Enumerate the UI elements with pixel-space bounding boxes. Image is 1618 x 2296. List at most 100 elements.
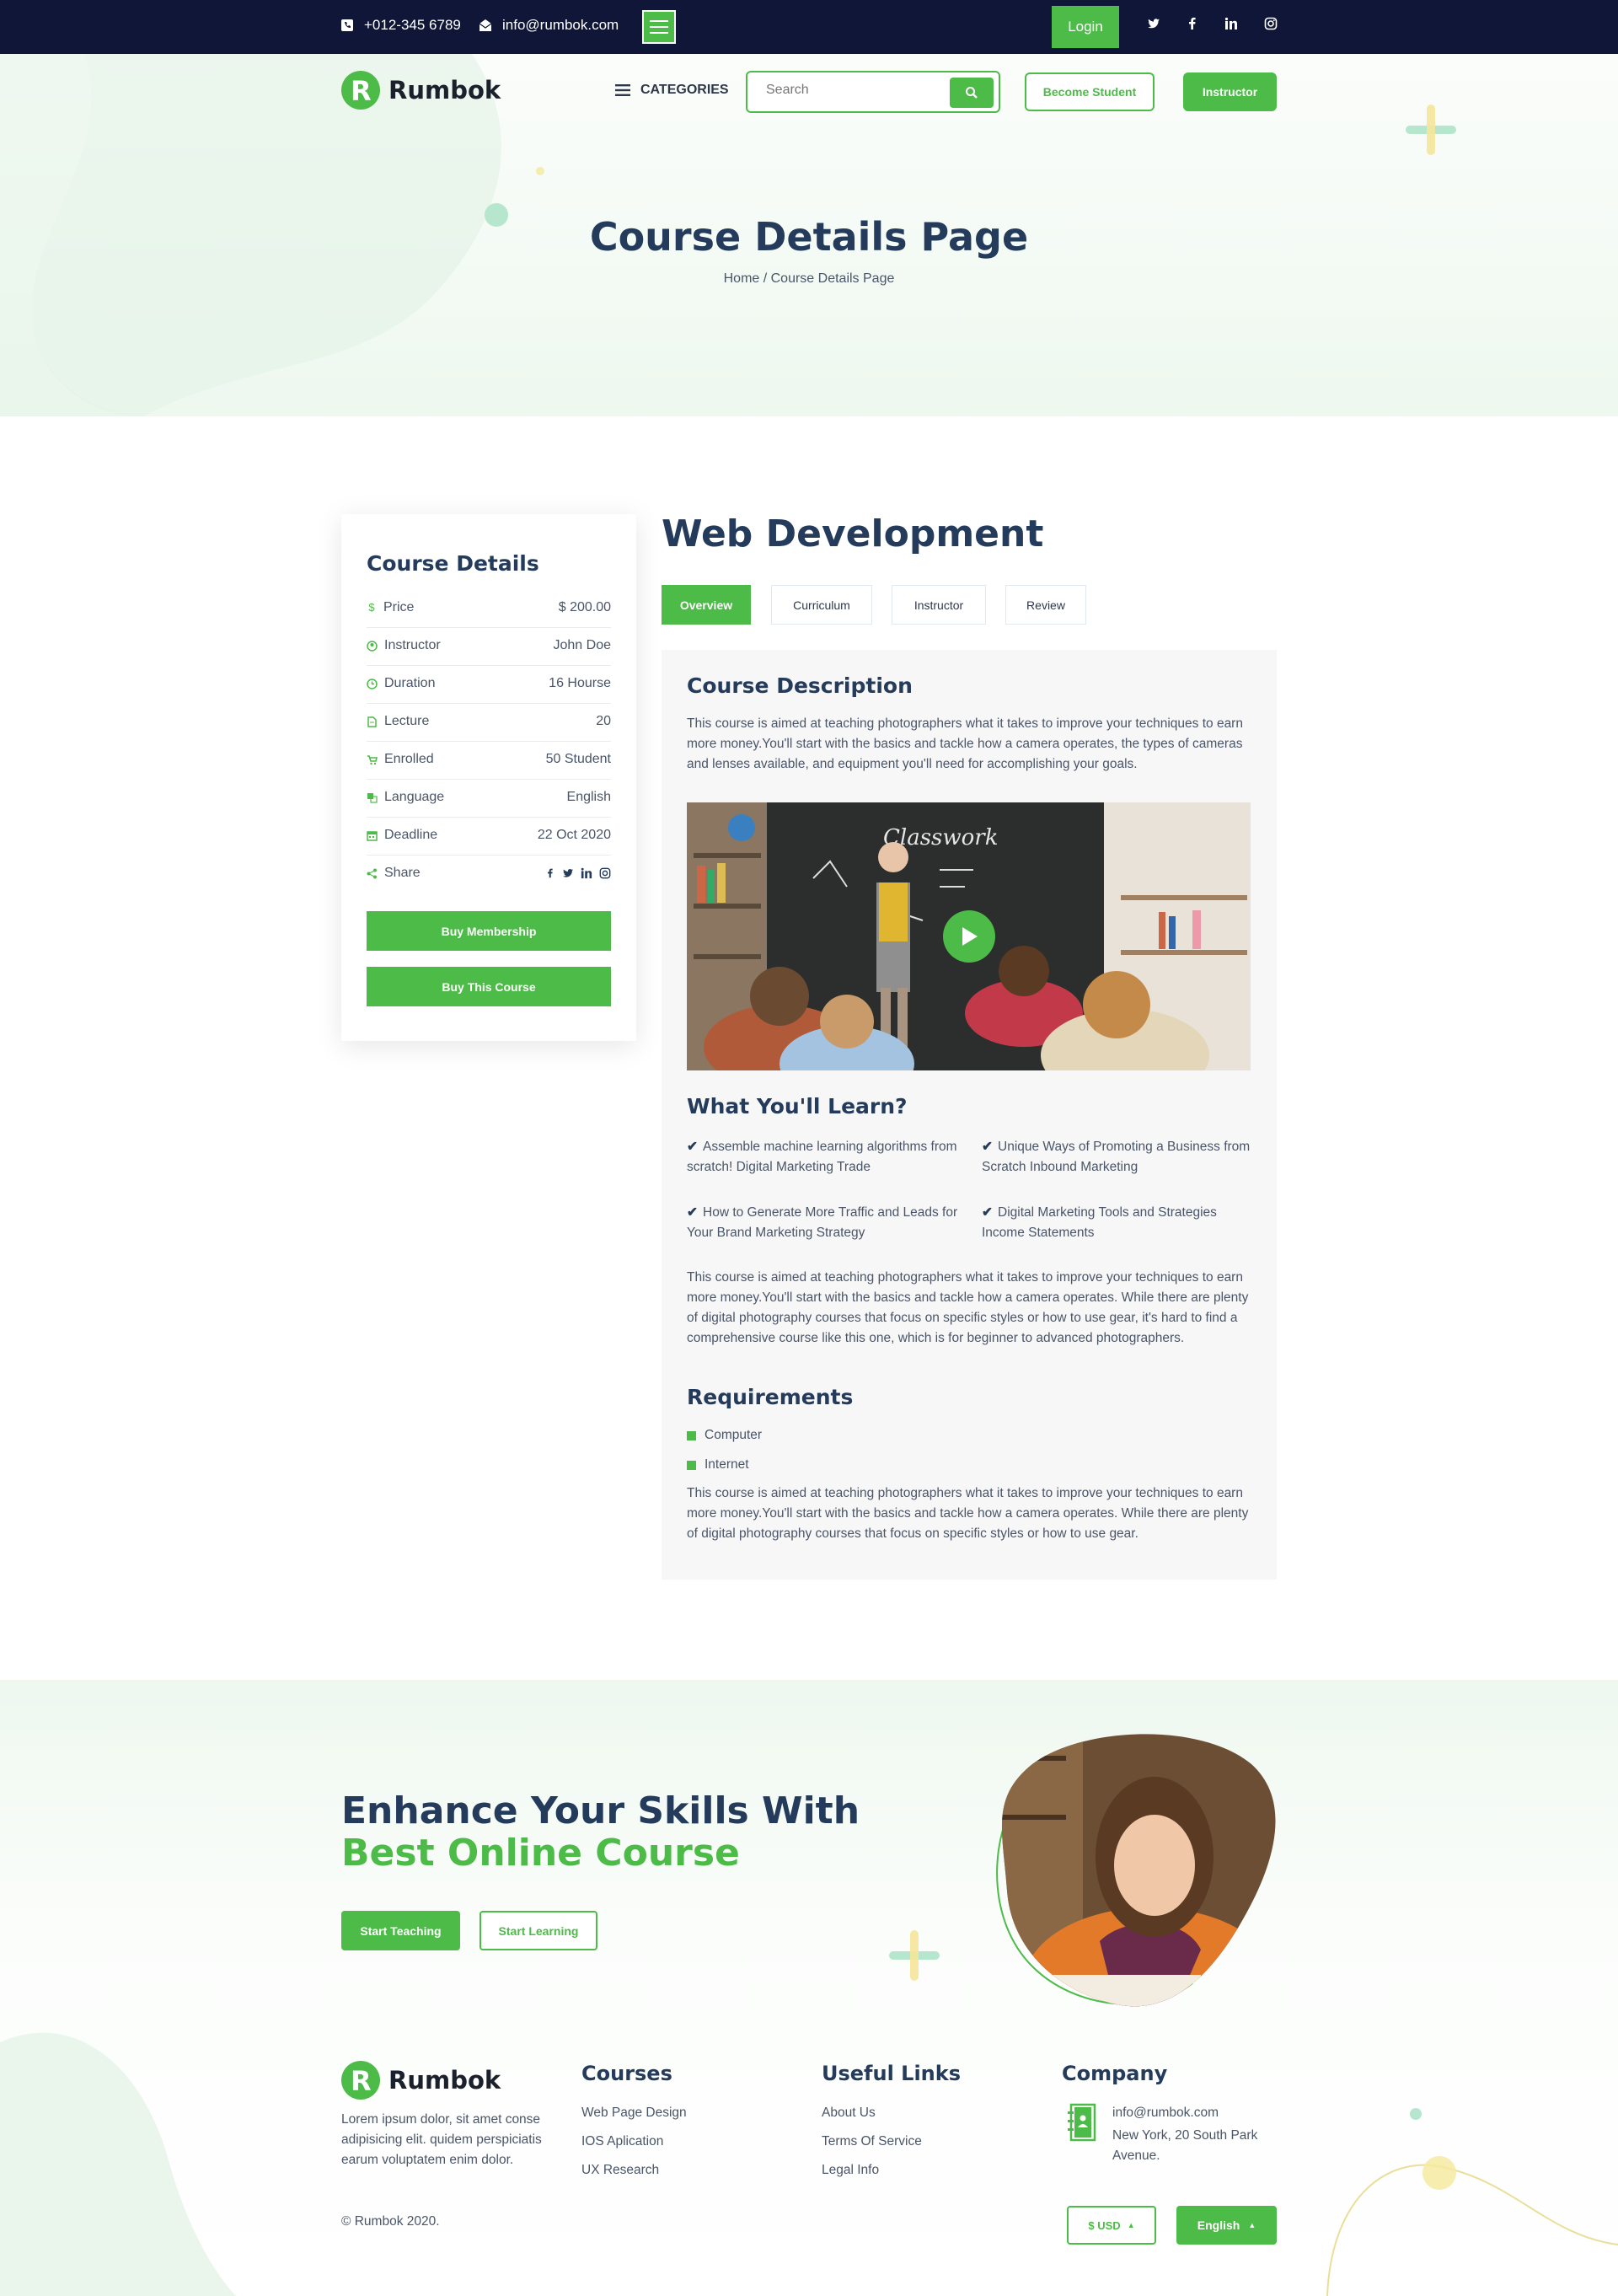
footer-company-email[interactable]: info@rumbok.com [1112, 2106, 1219, 2121]
detail-label: Duration [384, 676, 436, 690]
twitter-icon[interactable] [1144, 17, 1164, 35]
detail-label: Lecture [384, 714, 430, 728]
decor-plus-icon [889, 1930, 940, 1981]
cart-icon [367, 754, 378, 764]
learn-item-text: Unique Ways of Promoting a Business from… [982, 1140, 1251, 1174]
menu-toggle-button[interactable] [642, 10, 676, 44]
language-label: English [1197, 2218, 1240, 2232]
language-icon [367, 792, 378, 803]
dollar-icon: $ [368, 601, 375, 614]
tab-overview[interactable]: Overview [662, 585, 751, 625]
play-button[interactable] [943, 910, 995, 963]
breadcrumb[interactable]: Home / Course Details Page [0, 271, 1618, 287]
footer-logo[interactable]: Rumbok [341, 2061, 501, 2100]
footer-link-terms[interactable]: Terms Of Service [822, 2134, 922, 2149]
start-teaching-button[interactable]: Start Teaching [341, 1911, 460, 1950]
footer-link-course[interactable]: UX Research [581, 2163, 659, 2178]
share-links [545, 867, 611, 879]
header-logo[interactable]: Rumbok [341, 71, 501, 110]
categories-menu[interactable]: CATEGORIES [615, 83, 729, 98]
twitter-icon[interactable] [562, 867, 574, 879]
buy-membership-button[interactable]: Buy Membership [367, 911, 611, 951]
course-video[interactable]: Classwork [687, 802, 1251, 1070]
course-title: Web Development [662, 512, 1044, 555]
instagram-icon[interactable] [1261, 17, 1281, 35]
search-button[interactable] [950, 78, 994, 108]
requirements-heading: Requirements [687, 1385, 854, 1409]
detail-row-instructor: Instructor John Doe [367, 628, 611, 666]
detail-label: Language [384, 790, 445, 804]
tab-review[interactable]: Review [1005, 585, 1086, 625]
detail-row-lecture: Lecture 20 [367, 704, 611, 742]
search-input[interactable] [766, 83, 935, 98]
linkedin-icon[interactable] [1221, 17, 1241, 35]
footer-company-address: New York, 20 South Park Avenue. [1112, 2128, 1258, 2163]
footer-link-course[interactable]: Web Page Design [581, 2106, 687, 2121]
learn-heading: What You'll Learn? [687, 1094, 908, 1118]
learn-item-text: How to Generate More Traffic and Leads f… [687, 1205, 958, 1240]
logo-mark-icon [341, 71, 380, 110]
top-bar: +012-345 6789 info@rumbok.com Login [0, 0, 1618, 54]
facebook-icon[interactable] [545, 867, 555, 879]
phone-contact[interactable]: +012-345 6789 [340, 17, 461, 34]
detail-value: 16 Hourse [549, 676, 611, 690]
currency-select[interactable]: $ USD ▲ [1067, 2206, 1156, 2245]
email-address: info@rumbok.com [502, 17, 619, 33]
requirement-item: Computer [687, 1428, 762, 1443]
buy-course-button[interactable]: Buy This Course [367, 967, 611, 1006]
instagram-icon[interactable] [599, 867, 611, 879]
page-title: Course Details Page [589, 214, 1029, 260]
start-learning-button[interactable]: Start Learning [480, 1911, 597, 1950]
learn-item: ✔ How to Generate More Traffic and Leads … [687, 1203, 965, 1243]
learn-item-text: Digital Marketing Tools and Strategies I… [982, 1205, 1217, 1240]
copyright: © Rumbok 2020. [341, 2214, 440, 2229]
list-menu-icon [615, 84, 630, 96]
footer-decor-curve [1326, 2108, 1618, 2296]
file-icon [367, 716, 377, 727]
caret-up-icon: ▲ [1127, 2221, 1135, 2229]
detail-value: 50 Student [545, 752, 611, 766]
logo-mark-icon [341, 2061, 380, 2100]
tab-curriculum[interactable]: Curriculum [771, 585, 872, 625]
become-student-button[interactable]: Become Student [1025, 72, 1155, 111]
play-icon [962, 927, 978, 946]
detail-value: English [566, 790, 611, 804]
card-title: Course Details [367, 551, 539, 576]
linkedin-icon[interactable] [581, 867, 592, 879]
footer-courses-heading: Courses [581, 2062, 672, 2085]
learn-item: ✔ Unique Ways of Promoting a Business fro… [982, 1137, 1260, 1178]
detail-value: John Doe [553, 638, 612, 652]
login-button[interactable]: Login [1052, 6, 1119, 48]
instructor-button[interactable]: Instructor [1183, 72, 1277, 111]
square-bullet-icon [687, 1460, 696, 1470]
requirement-text: Computer [705, 1428, 763, 1442]
facebook-icon[interactable] [1182, 17, 1203, 35]
detail-label: Share [384, 866, 421, 880]
footer-about: Lorem ipsum dolor, sit amet conse adipis… [341, 2112, 542, 2167]
decor-dot [536, 167, 544, 175]
categories-label: CATEGORIES [640, 83, 729, 97]
email-contact[interactable]: info@rumbok.com [479, 17, 619, 34]
detail-value: $ 200.00 [558, 600, 611, 614]
check-icon: ✔ [982, 1140, 993, 1154]
language-select[interactable]: English ▲ [1176, 2206, 1277, 2245]
caret-up-icon: ▲ [1248, 2221, 1256, 2229]
check-icon: ✔ [982, 1205, 993, 1220]
requirement-item: Internet [687, 1457, 749, 1473]
envelope-icon [479, 19, 492, 31]
search-bar [746, 71, 1000, 113]
description-heading: Course Description [687, 673, 913, 698]
tab-instructor[interactable]: Instructor [892, 585, 986, 625]
hamburger-line-icon [650, 20, 668, 22]
learn-item-text: Assemble machine learning algorithms fro… [687, 1140, 957, 1174]
description-text: This course is aimed at teaching photogr… [687, 716, 1243, 771]
footer-link-course[interactable]: IOS Aplication [581, 2134, 663, 2149]
detail-label: Enrolled [384, 752, 434, 766]
footer-link-about[interactable]: About Us [822, 2106, 876, 2121]
course-details-card: Course Details $ Price $ 200.00 Instructo… [341, 514, 636, 1041]
footer-background-shape [0, 2032, 236, 2296]
footer-link-legal[interactable]: Legal Info [822, 2163, 879, 2178]
learn-item: ✔ Digital Marketing Tools and Strategies … [982, 1203, 1260, 1243]
detail-row-enrolled: Enrolled 50 Student [367, 742, 611, 780]
share-icon [367, 868, 377, 878]
